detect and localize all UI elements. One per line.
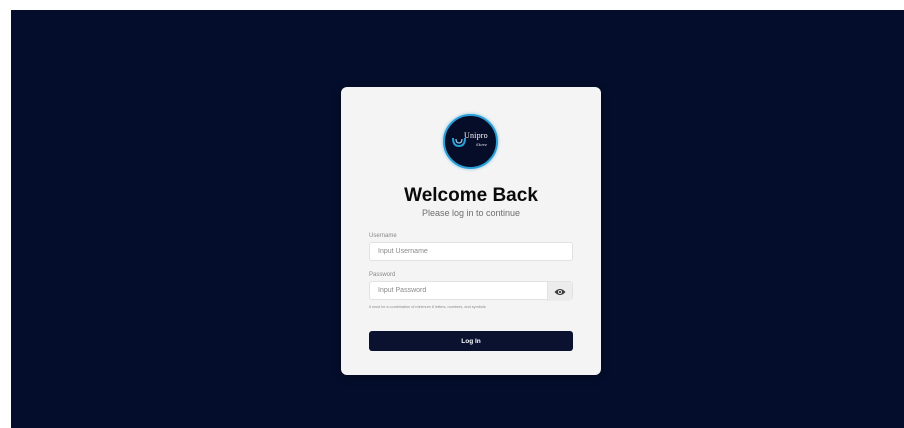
username-field <box>369 242 573 261</box>
eye-icon <box>554 288 566 295</box>
page-background: Unipro Store Welcome Back Please log in … <box>11 10 904 428</box>
password-field <box>369 281 573 301</box>
username-input[interactable] <box>370 243 572 260</box>
login-button[interactable]: Log In <box>369 331 573 351</box>
brand-logo: Unipro Store <box>443 114 498 169</box>
toggle-password-button[interactable] <box>547 282 572 301</box>
logo-brand-text: Unipro <box>464 131 488 140</box>
logo-tagline-text: Store <box>476 142 488 147</box>
username-label: Username <box>369 233 397 239</box>
password-hint: it must be a combination of minimum 8 le… <box>369 305 486 309</box>
password-input[interactable] <box>370 282 548 299</box>
page-subtitle: Please log in to continue <box>421 208 521 218</box>
page-title: Welcome Back <box>404 185 538 206</box>
password-label: Password <box>369 272 396 278</box>
login-card: Unipro Store Welcome Back Please log in … <box>341 87 601 375</box>
